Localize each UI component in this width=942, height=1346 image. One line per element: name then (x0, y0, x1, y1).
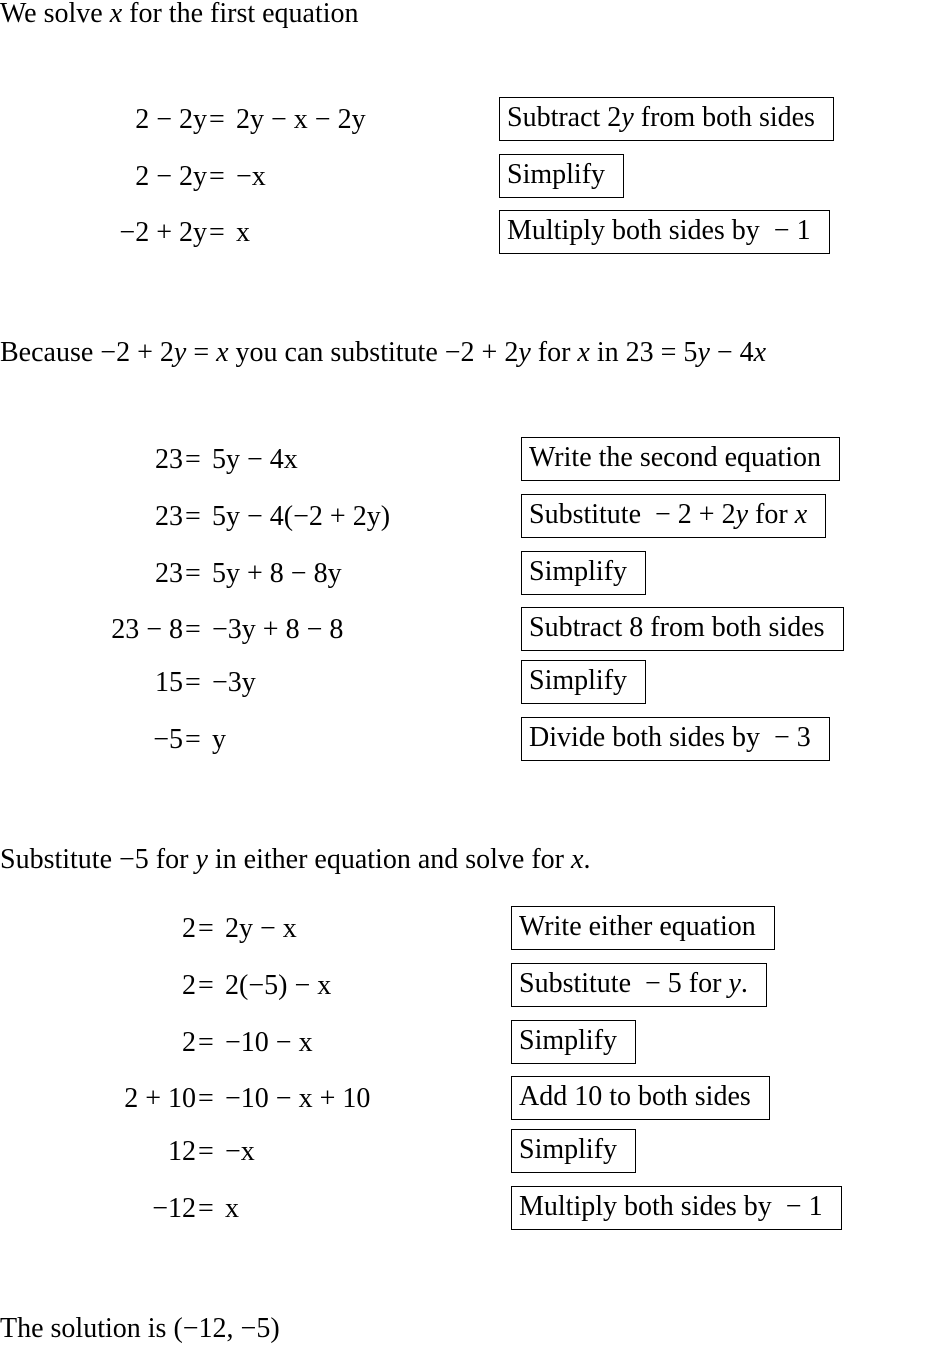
equation-lhs: −12 (152, 1193, 196, 1224)
equals-sign: = (185, 444, 201, 475)
step-explanation-box: Substitute − 5 for y. (511, 963, 767, 1007)
equals-sign: = (198, 1027, 214, 1058)
equation-rhs: −10 − x + 10 (225, 1083, 371, 1114)
step-explanation-box: Divide both sides by − 3 (521, 717, 830, 761)
equals-sign: = (185, 501, 201, 532)
equation-row: 23 = 5y − 4(−2 + 2y) Substitute − 2 + 2y fo… (0, 494, 942, 540)
equation-row: −2 + 2y = x Multiply both sides by − 1 (0, 210, 942, 256)
equals-sign: = (209, 217, 225, 248)
equation-lhs-wrap: −12 (0, 1186, 196, 1232)
equation-lhs-wrap: 2 (0, 963, 196, 1009)
equation-row: 2 − 2y = −x Simplify (0, 154, 942, 200)
equals-sign: = (198, 913, 214, 944)
equation-rhs: −x (225, 1136, 255, 1167)
equals-sign: = (185, 558, 201, 589)
section-intro: Substitute −5 for y in either equation a… (0, 844, 591, 875)
equation-row: 2 = −10 − x Simplify (0, 1020, 942, 1066)
solution-document: We solve x for the first equation 2 − 2y =… (0, 0, 942, 1346)
equals-sign: = (198, 1083, 214, 1114)
equation-row: 23 − 8 = −3y + 8 − 8 Subtract 8 from both s… (0, 607, 942, 653)
equation-lhs: −5 (153, 724, 183, 755)
equation-rhs: x (225, 1193, 239, 1224)
equation-row: 12 = −x Simplify (0, 1129, 942, 1175)
equation-lhs-wrap: −5 (0, 717, 183, 763)
step-explanation-box: Write either equation (511, 906, 775, 950)
equation-lhs: 15 (155, 667, 183, 698)
equation-lhs-wrap: 23 (0, 437, 183, 483)
equation-lhs: 12 (168, 1136, 196, 1167)
section-intro: Because −2 + 2y = x you can substitute −… (0, 337, 767, 368)
equals-sign: = (209, 104, 225, 135)
equation-rhs: −10 − x (225, 1027, 313, 1058)
equation-lhs: 23 (155, 558, 183, 589)
equation-rhs: 5y + 8 − 8y (212, 558, 342, 589)
equation-rhs: 2y − x (225, 913, 297, 944)
equation-lhs: 23 (155, 501, 183, 532)
step-explanation-box: Simplify (511, 1020, 637, 1064)
step-explanation-box: Substitute − 2 + 2y for x (521, 494, 827, 538)
equation-lhs: 2 − 2y (135, 161, 207, 192)
equation-rhs: −3y + 8 − 8 (212, 614, 344, 645)
equation-lhs: 2 + 10 (124, 1083, 196, 1114)
step-explanation-box: Add 10 to both sides (511, 1076, 770, 1120)
equation-rhs: 2(−5) − x (225, 970, 332, 1001)
equation-lhs-wrap: 2 − 2y (0, 97, 207, 143)
step-explanation-box: Multiply both sides by − 1 (499, 210, 830, 254)
equation-lhs-wrap: 2 − 2y (0, 154, 207, 200)
step-explanation-box: Simplify (499, 154, 625, 198)
step-explanation-box: Multiply both sides by − 1 (511, 1186, 842, 1230)
equation-row: 2 = 2y − x Write either equation (0, 906, 942, 952)
equals-sign: = (209, 161, 225, 192)
step-explanation-box: Subtract 2y from both sides (499, 97, 834, 141)
equation-lhs-wrap: 12 (0, 1129, 196, 1175)
equation-rhs: 5y − 4(−2 + 2y) (212, 501, 391, 532)
step-explanation-box: Simplify (521, 551, 647, 595)
equation-lhs: 2 − 2y (135, 104, 207, 135)
equation-row: 2 = 2(−5) − x Substitute − 5 for y. (0, 963, 942, 1009)
equation-lhs-wrap: 23 − 8 (0, 607, 183, 653)
equation-lhs: 2 (182, 1027, 196, 1058)
equation-row: 23 = 5y − 4x Write the second equation (0, 437, 942, 483)
equation-row: −5 = y Divide both sides by − 3 (0, 717, 942, 763)
equation-row: 23 = 5y + 8 − 8y Simplify (0, 551, 942, 597)
step-explanation-box: Subtract 8 from both sides (521, 607, 844, 651)
equation-lhs-wrap: 23 (0, 494, 183, 540)
equation-row: 2 + 10 = −10 − x + 10 Add 10 to both sides (0, 1076, 942, 1122)
equation-lhs-wrap: 2 + 10 (0, 1076, 196, 1122)
equals-sign: = (198, 1193, 214, 1224)
equation-rhs: 5y − 4x (212, 444, 298, 475)
equals-sign: = (185, 724, 201, 755)
equation-lhs-wrap: −2 + 2y (0, 210, 207, 256)
equation-lhs-wrap: 2 (0, 1020, 196, 1066)
equation-rhs: x (236, 217, 250, 248)
equation-lhs-wrap: 15 (0, 660, 183, 706)
equation-lhs: 2 (182, 913, 196, 944)
equals-sign: = (198, 1136, 214, 1167)
equation-rhs: −3y (212, 667, 256, 698)
equation-rhs: −x (236, 161, 266, 192)
step-explanation-box: Simplify (521, 660, 647, 704)
equals-sign: = (185, 667, 201, 698)
section-intro: We solve x for the first equation (0, 0, 359, 29)
equation-lhs: 23 (155, 444, 183, 475)
equation-lhs-wrap: 2 (0, 906, 196, 952)
equation-row: 15 = −3y Simplify (0, 660, 942, 706)
equation-lhs: −2 + 2y (119, 217, 207, 248)
step-explanation-box: Simplify (511, 1129, 637, 1173)
equation-rhs: y (212, 724, 226, 755)
equation-lhs: 23 − 8 (111, 614, 183, 645)
step-explanation-box: Write the second equation (521, 437, 840, 481)
equation-row: −12 = x Multiply both sides by − 1 (0, 1186, 942, 1232)
equation-rhs: 2y − x − 2y (236, 104, 366, 135)
equation-lhs-wrap: 23 (0, 551, 183, 597)
equation-lhs: 2 (182, 970, 196, 1001)
conclusion-text: The solution is (−12, −5) (0, 1313, 280, 1344)
equals-sign: = (198, 970, 214, 1001)
equals-sign: = (185, 614, 201, 645)
equation-row: 2 − 2y = 2y − x − 2y Subtract 2y from both … (0, 97, 942, 143)
